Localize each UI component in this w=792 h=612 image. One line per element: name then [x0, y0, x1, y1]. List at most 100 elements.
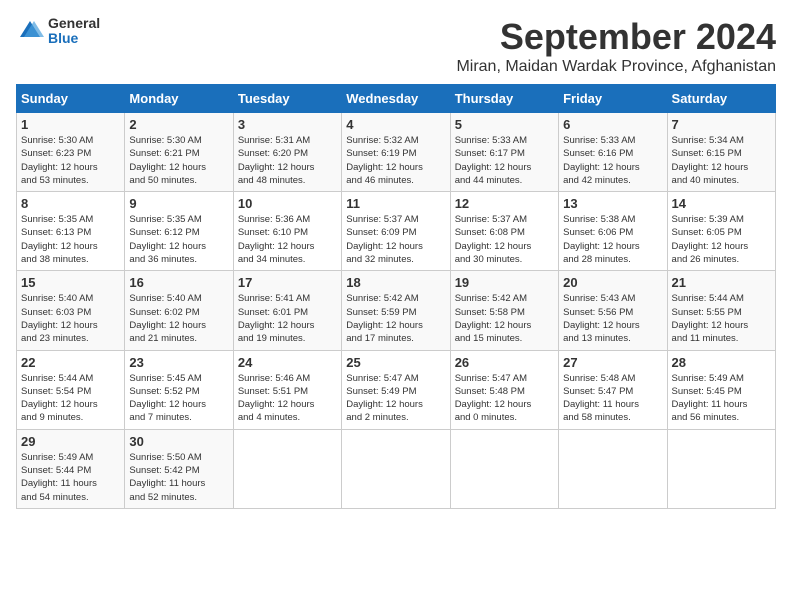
day-info: Sunrise: 5:49 AMSunset: 5:45 PMDaylight:… [672, 372, 771, 425]
calendar-cell-25: 25 Sunrise: 5:47 AMSunset: 5:49 PMDayligh… [342, 350, 450, 429]
day-number: 9 [129, 196, 228, 211]
day-number: 25 [346, 355, 445, 370]
day-number: 5 [455, 117, 554, 132]
calendar-cell-9: 9 Sunrise: 5:35 AMSunset: 6:12 PMDaylight… [125, 192, 233, 271]
day-info: Sunrise: 5:35 AMSunset: 6:13 PMDaylight:… [21, 213, 120, 266]
header-monday: Monday [125, 85, 233, 113]
day-number: 27 [563, 355, 662, 370]
calendar-cell-3: 3 Sunrise: 5:31 AMSunset: 6:20 PMDaylight… [233, 113, 341, 192]
calendar-cell-22: 22 Sunrise: 5:44 AMSunset: 5:54 PMDayligh… [17, 350, 125, 429]
day-number: 22 [21, 355, 120, 370]
day-info: Sunrise: 5:44 AMSunset: 5:54 PMDaylight:… [21, 372, 120, 425]
day-info: Sunrise: 5:47 AMSunset: 5:49 PMDaylight:… [346, 372, 445, 425]
calendar-cell-7: 7Sunrise: 5:34 AMSunset: 6:15 PMDaylight… [667, 113, 775, 192]
day-number: 4 [346, 117, 445, 132]
day-number: 24 [238, 355, 337, 370]
header-saturday: Saturday [667, 85, 775, 113]
calendar-cell-6: 6 Sunrise: 5:33 AMSunset: 6:16 PMDaylight… [559, 113, 667, 192]
header-sunday: Sunday [17, 85, 125, 113]
day-number: 18 [346, 275, 445, 290]
day-info: Sunrise: 5:48 AMSunset: 5:47 PMDaylight:… [563, 372, 662, 425]
day-info: Sunrise: 5:33 AMSunset: 6:16 PMDaylight:… [563, 134, 662, 187]
day-number: 29 [21, 434, 120, 449]
day-number: 1 [21, 117, 120, 132]
calendar-cell-2: 2 Sunrise: 5:30 AMSunset: 6:21 PMDaylight… [125, 113, 233, 192]
day-info: Sunrise: 5:50 AMSunset: 5:42 PMDaylight:… [129, 451, 228, 504]
day-info: Sunrise: 5:46 AMSunset: 5:51 PMDaylight:… [238, 372, 337, 425]
day-info: Sunrise: 5:39 AMSunset: 6:05 PMDaylight:… [672, 213, 771, 266]
day-info: Sunrise: 5:34 AMSunset: 6:15 PMDaylight:… [672, 134, 771, 187]
day-info: Sunrise: 5:40 AMSunset: 6:03 PMDaylight:… [21, 292, 120, 345]
calendar-cell-19: 19Sunrise: 5:42 AMSunset: 5:58 PMDayligh… [450, 271, 558, 350]
day-number: 16 [129, 275, 228, 290]
day-info: Sunrise: 5:49 AMSunset: 5:44 PMDaylight:… [21, 451, 120, 504]
day-info: Sunrise: 5:35 AMSunset: 6:12 PMDaylight:… [129, 213, 228, 266]
day-info: Sunrise: 5:31 AMSunset: 6:20 PMDaylight:… [238, 134, 337, 187]
day-number: 10 [238, 196, 337, 211]
day-info: Sunrise: 5:42 AMSunset: 5:59 PMDaylight:… [346, 292, 445, 345]
day-info: Sunrise: 5:36 AMSunset: 6:10 PMDaylight:… [238, 213, 337, 266]
empty-cell [342, 429, 450, 508]
calendar-cell-1: 1 Sunrise: 5:30 AMSunset: 6:23 PMDaylight… [17, 113, 125, 192]
logo-icon [16, 17, 44, 45]
calendar-cell-23: 23 Sunrise: 5:45 AMSunset: 5:52 PMDayligh… [125, 350, 233, 429]
empty-cell [233, 429, 341, 508]
day-info: Sunrise: 5:44 AMSunset: 5:55 PMDaylight:… [672, 292, 771, 345]
header-thursday: Thursday [450, 85, 558, 113]
calendar-cell-16: 16 Sunrise: 5:40 AMSunset: 6:02 PMDayligh… [125, 271, 233, 350]
day-info: Sunrise: 5:37 AMSunset: 6:08 PMDaylight:… [455, 213, 554, 266]
day-number: 12 [455, 196, 554, 211]
day-info: Sunrise: 5:42 AMSunset: 5:58 PMDaylight:… [455, 292, 554, 345]
day-number: 11 [346, 196, 445, 211]
day-number: 17 [238, 275, 337, 290]
day-info: Sunrise: 5:41 AMSunset: 6:01 PMDaylight:… [238, 292, 337, 345]
calendar-cell-8: 8 Sunrise: 5:35 AMSunset: 6:13 PMDaylight… [17, 192, 125, 271]
day-info: Sunrise: 5:37 AMSunset: 6:09 PMDaylight:… [346, 213, 445, 266]
calendar-cell-26: 26Sunrise: 5:47 AMSunset: 5:48 PMDayligh… [450, 350, 558, 429]
calendar-cell-12: 12 Sunrise: 5:37 AMSunset: 6:08 PMDayligh… [450, 192, 558, 271]
calendar-cell-11: 11 Sunrise: 5:37 AMSunset: 6:09 PMDayligh… [342, 192, 450, 271]
calendar-cell-13: 13 Sunrise: 5:38 AMSunset: 6:06 PMDayligh… [559, 192, 667, 271]
header-friday: Friday [559, 85, 667, 113]
empty-cell [450, 429, 558, 508]
day-info: Sunrise: 5:30 AMSunset: 6:23 PMDaylight:… [21, 134, 120, 187]
day-number: 26 [455, 355, 554, 370]
day-number: 23 [129, 355, 228, 370]
day-number: 20 [563, 275, 662, 290]
calendar-cell-21: 21 Sunrise: 5:44 AMSunset: 5:55 PMDayligh… [667, 271, 775, 350]
calendar-cell-10: 10 Sunrise: 5:36 AMSunset: 6:10 PMDayligh… [233, 192, 341, 271]
calendar-cell-28: 28 Sunrise: 5:49 AMSunset: 5:45 PMDayligh… [667, 350, 775, 429]
calendar-cell-27: 27 Sunrise: 5:48 AMSunset: 5:47 PMDayligh… [559, 350, 667, 429]
day-number: 14 [672, 196, 771, 211]
logo-general-text: General [48, 16, 100, 31]
calendar-cell-14: 14 Sunrise: 5:39 AMSunset: 6:05 PMDayligh… [667, 192, 775, 271]
calendar-cell-4: 4 Sunrise: 5:32 AMSunset: 6:19 PMDaylight… [342, 113, 450, 192]
calendar-cell-15: 15 Sunrise: 5:40 AMSunset: 6:03 PMDayligh… [17, 271, 125, 350]
calendar-cell-24: 24 Sunrise: 5:46 AMSunset: 5:51 PMDayligh… [233, 350, 341, 429]
calendar-cell-17: 17 Sunrise: 5:41 AMSunset: 6:01 PMDayligh… [233, 271, 341, 350]
calendar-cell-18: 18 Sunrise: 5:42 AMSunset: 5:59 PMDayligh… [342, 271, 450, 350]
header-tuesday: Tuesday [233, 85, 341, 113]
day-number: 28 [672, 355, 771, 370]
calendar-cell-5: 5Sunrise: 5:33 AMSunset: 6:17 PMDaylight… [450, 113, 558, 192]
empty-cell [559, 429, 667, 508]
day-number: 15 [21, 275, 120, 290]
day-number: 13 [563, 196, 662, 211]
calendar-cell-20: 20 Sunrise: 5:43 AMSunset: 5:56 PMDayligh… [559, 271, 667, 350]
day-number: 8 [21, 196, 120, 211]
logo: General Blue [16, 16, 100, 47]
day-number: 6 [563, 117, 662, 132]
month-title: September 2024 [456, 16, 776, 58]
day-info: Sunrise: 5:38 AMSunset: 6:06 PMDaylight:… [563, 213, 662, 266]
calendar-cell-30: 30Sunrise: 5:50 AMSunset: 5:42 PMDayligh… [125, 429, 233, 508]
day-info: Sunrise: 5:43 AMSunset: 5:56 PMDaylight:… [563, 292, 662, 345]
day-number: 2 [129, 117, 228, 132]
day-number: 3 [238, 117, 337, 132]
day-number: 21 [672, 275, 771, 290]
calendar-table: SundayMondayTuesdayWednesdayThursdayFrid… [16, 84, 776, 509]
day-info: Sunrise: 5:32 AMSunset: 6:19 PMDaylight:… [346, 134, 445, 187]
day-info: Sunrise: 5:45 AMSunset: 5:52 PMDaylight:… [129, 372, 228, 425]
day-info: Sunrise: 5:30 AMSunset: 6:21 PMDaylight:… [129, 134, 228, 187]
location-title: Miran, Maidan Wardak Province, Afghanist… [456, 58, 776, 76]
day-info: Sunrise: 5:40 AMSunset: 6:02 PMDaylight:… [129, 292, 228, 345]
